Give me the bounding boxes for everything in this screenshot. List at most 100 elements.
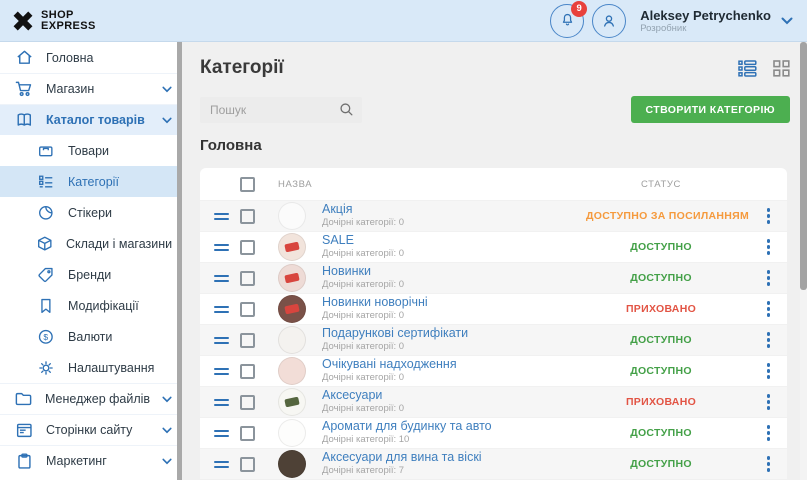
- children-count: Дочірні категорії: 0: [322, 278, 586, 291]
- top-header: SHOP EXPRESS 9: [0, 0, 807, 42]
- category-name-link[interactable]: Новинки: [322, 265, 586, 278]
- category-name-link[interactable]: Новинки новорічні: [322, 296, 586, 309]
- children-count: Дочірні категорії: 0: [322, 402, 586, 415]
- book-icon: [14, 111, 34, 130]
- status-badge: ДОСТУПНО: [586, 241, 736, 253]
- drag-handle-icon[interactable]: [214, 275, 229, 282]
- row-menu-button[interactable]: [767, 363, 777, 379]
- sticker-icon: [36, 204, 56, 222]
- user-role: Розробник: [640, 23, 771, 34]
- status-badge: ДОСТУПНО: [586, 427, 736, 439]
- drag-handle-icon[interactable]: [214, 399, 229, 406]
- brand-x-icon: [12, 10, 34, 32]
- avatar[interactable]: [592, 4, 626, 38]
- sidebar-item-settings[interactable]: Налаштування: [0, 352, 182, 383]
- brand-logo[interactable]: SHOP EXPRESS: [0, 10, 96, 32]
- sidebar-item-currencies[interactable]: $ Валюти: [0, 321, 182, 352]
- sidebar-item-marketing[interactable]: Маркетинг: [0, 445, 182, 476]
- row-menu-button[interactable]: [767, 270, 777, 286]
- category-name-link[interactable]: Акція: [322, 203, 586, 216]
- category-thumbnail: [278, 388, 306, 416]
- drag-handle-icon[interactable]: [214, 213, 229, 220]
- sidebar-item-warehouses[interactable]: Склади і магазини: [0, 228, 182, 259]
- chevron-down-icon: [162, 396, 172, 403]
- select-all-checkbox[interactable]: [240, 177, 255, 192]
- row-menu-button[interactable]: [767, 332, 777, 348]
- row-menu-button[interactable]: [767, 239, 777, 255]
- drag-handle-icon[interactable]: [214, 244, 229, 251]
- category-name-link[interactable]: Аксесуари для вина та віскі: [322, 451, 586, 464]
- sidebar-item-shop[interactable]: Магазин: [0, 73, 182, 104]
- create-category-button[interactable]: СТВОРИТИ КАТЕГОРІЮ: [631, 96, 790, 123]
- row-menu-button[interactable]: [767, 394, 777, 410]
- user-menu[interactable]: Aleksey Petrychenko Розробник: [640, 8, 793, 34]
- category-name-link[interactable]: SALE: [322, 234, 586, 247]
- row-checkbox[interactable]: [240, 364, 255, 379]
- clipboard-icon: [14, 452, 34, 471]
- sidebar-item-modifications[interactable]: Модифікації: [0, 290, 182, 321]
- table-header: НАЗВА СТАТУС: [200, 168, 787, 200]
- drag-handle-icon[interactable]: [214, 461, 229, 468]
- sidebar-item-file-manager[interactable]: Менеджер файлів: [0, 383, 182, 414]
- table-row: Подарункові сертифікатиДочірні категорії…: [200, 324, 787, 355]
- drag-handle-icon[interactable]: [214, 430, 229, 437]
- page-scrollbar[interactable]: [800, 42, 807, 480]
- status-badge: ДОСТУПНО: [586, 365, 736, 377]
- table-row: АксесуариДочірні категорії: 0 ПРИХОВАНО: [200, 386, 787, 417]
- row-menu-button[interactable]: [767, 425, 777, 441]
- chevron-down-icon: [162, 427, 172, 434]
- list-view-button[interactable]: [738, 60, 757, 77]
- sidebar-item-home[interactable]: Головна: [0, 42, 182, 73]
- row-checkbox[interactable]: [240, 457, 255, 472]
- sidebar-item-categories[interactable]: Категорії: [0, 166, 182, 197]
- row-checkbox[interactable]: [240, 302, 255, 317]
- row-menu-button[interactable]: [767, 456, 777, 472]
- row-checkbox[interactable]: [240, 426, 255, 441]
- category-thumbnail: [278, 357, 306, 385]
- sidebar-scrollbar[interactable]: [177, 42, 182, 480]
- search-box: [200, 97, 362, 123]
- sidebar-item-catalog[interactable]: Каталог товарів: [0, 104, 182, 135]
- row-menu-button[interactable]: [767, 301, 777, 317]
- search-input[interactable]: [210, 103, 339, 117]
- row-checkbox[interactable]: [240, 333, 255, 348]
- row-menu-button[interactable]: [767, 208, 777, 224]
- category-thumbnail: [278, 450, 306, 478]
- package-icon: [36, 142, 56, 160]
- drag-handle-icon[interactable]: [214, 306, 229, 313]
- category-thumbnail: [278, 264, 306, 292]
- search-icon: [339, 102, 354, 117]
- sidebar-item-products[interactable]: Товари: [0, 135, 182, 166]
- row-checkbox[interactable]: [240, 271, 255, 286]
- chevron-down-icon: [162, 458, 172, 465]
- row-checkbox[interactable]: [240, 240, 255, 255]
- column-header-name: НАЗВА: [278, 179, 586, 190]
- table-row: АкціяДочірні категорії: 0 ДОСТУПНО ЗА ПО…: [200, 200, 787, 231]
- children-count: Дочірні категорії: 0: [322, 216, 586, 229]
- cart-icon: [14, 80, 34, 99]
- drag-handle-icon[interactable]: [214, 368, 229, 375]
- category-name-link[interactable]: Очікувані надходження: [322, 358, 586, 371]
- row-checkbox[interactable]: [240, 395, 255, 410]
- notifications-button[interactable]: 9: [550, 4, 584, 38]
- header-actions: 9 Aleksey Petrychenko Розробник: [550, 4, 807, 38]
- table-row: Аксесуари для вина та віскіДочірні катег…: [200, 448, 787, 479]
- drag-handle-icon[interactable]: [214, 337, 229, 344]
- main-content: Категорії СТВОРИТИ КАТЕГОР: [182, 42, 807, 480]
- table-row: SALEДочірні категорії: 0 ДОСТУПНО: [200, 231, 787, 262]
- sidebar-item-stickers[interactable]: Стікери: [0, 197, 182, 228]
- category-name-link[interactable]: Подарункові сертифікати: [322, 327, 586, 340]
- page-title: Категорії: [200, 57, 284, 79]
- category-thumbnail: [278, 326, 306, 354]
- notification-badge: 9: [571, 1, 587, 17]
- sidebar-item-site-pages[interactable]: Сторінки сайту: [0, 414, 182, 445]
- category-name-link[interactable]: Аксесуари: [322, 389, 586, 402]
- row-checkbox[interactable]: [240, 209, 255, 224]
- section-title: Головна: [200, 137, 790, 156]
- category-name-link[interactable]: Аромати для будинку та авто: [322, 420, 586, 433]
- category-thumbnail: [278, 295, 306, 323]
- sidebar-item-brands[interactable]: Бренди: [0, 259, 182, 290]
- gear-icon: [36, 359, 56, 377]
- grid-view-button[interactable]: [773, 60, 790, 77]
- children-count: Дочірні категорії: 0: [322, 247, 586, 260]
